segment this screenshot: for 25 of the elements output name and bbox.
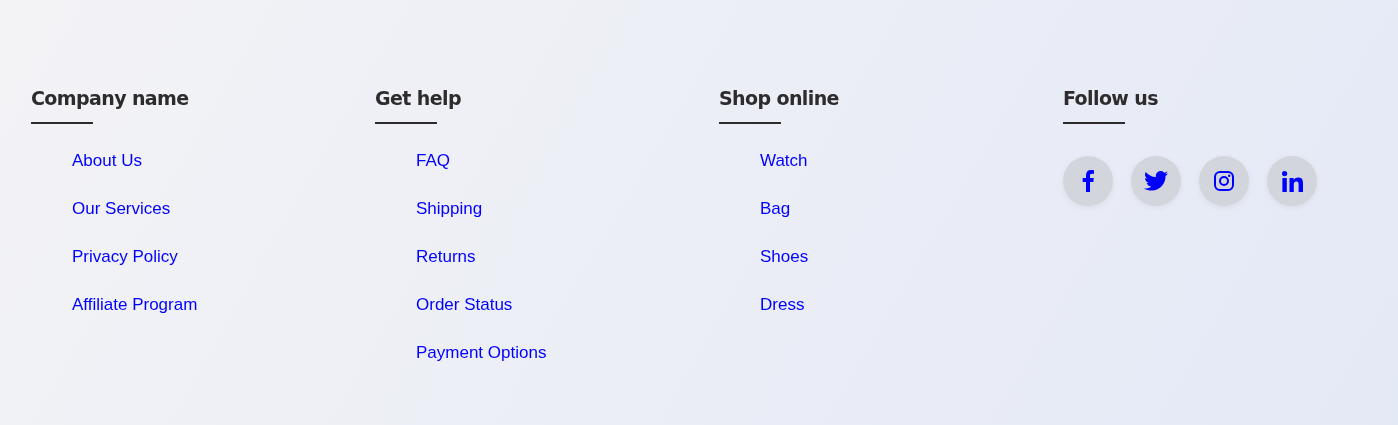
footer-link[interactable]: Affiliate Program xyxy=(72,294,198,316)
column-heading: Company name xyxy=(31,86,189,111)
footer-link[interactable]: Shipping xyxy=(416,198,483,220)
footer-link[interactable]: Dress xyxy=(760,294,805,316)
footer-link[interactable]: About Us xyxy=(72,150,142,172)
bird-icon xyxy=(1144,171,1168,191)
social-button[interactable] xyxy=(1199,156,1249,206)
facebook-icon xyxy=(1082,170,1094,192)
social-button[interactable] xyxy=(1267,156,1317,206)
camera-icon xyxy=(1214,171,1234,191)
column-heading: Get help xyxy=(375,86,461,111)
social-button[interactable] xyxy=(1131,156,1181,206)
footer-link[interactable]: Order Status xyxy=(416,294,513,316)
footer-link[interactable]: Watch xyxy=(760,150,808,172)
footer-link[interactable]: Our Services xyxy=(72,198,171,220)
column-heading: Follow us xyxy=(1063,86,1158,111)
social-button[interactable] xyxy=(1063,156,1113,206)
column-heading: Shop online xyxy=(719,86,839,111)
footer-link[interactable]: Bag xyxy=(760,198,791,220)
linkedin-icon xyxy=(1281,170,1303,192)
footer-link[interactable]: Returns xyxy=(416,246,476,268)
footer-link[interactable]: FAQ xyxy=(416,150,450,172)
footer-link[interactable]: Privacy Policy xyxy=(72,246,178,268)
footer-link[interactable]: Shoes xyxy=(760,246,809,268)
footer-link[interactable]: Payment Options xyxy=(416,342,547,364)
